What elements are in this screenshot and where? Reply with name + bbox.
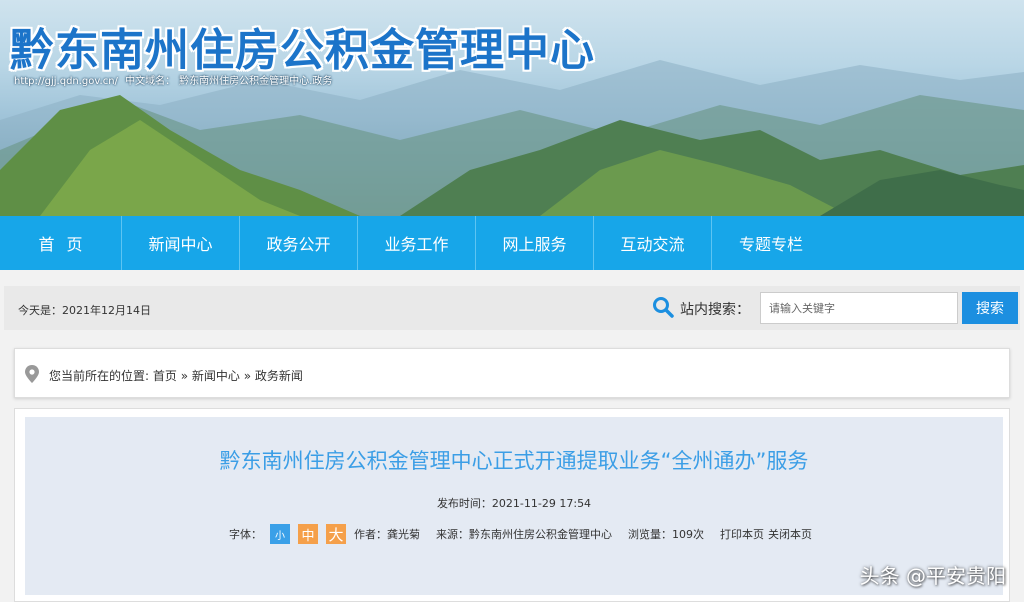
breadcrumb-text: 您当前所在的位置: 首页 » 新闻中心 » 政务新闻 bbox=[49, 367, 303, 384]
print-link[interactable]: 打印本页 bbox=[720, 526, 764, 542]
font-medium-button[interactable]: 中 bbox=[298, 524, 318, 544]
close-link[interactable]: 关闭本页 bbox=[768, 526, 812, 542]
article-title: 黔东南州住房公积金管理中心正式开通提取业务“全州通办”服务 bbox=[219, 449, 809, 473]
today-date: 今天是：2021年12月14日 bbox=[18, 304, 151, 317]
article-meta: 字体： 小 中 大 作者：龚光菊 来源：黔东南州住房公积金管理中心 浏览量：10… bbox=[229, 523, 812, 545]
nav-item-gov-affairs[interactable]: 政务公开 bbox=[240, 216, 358, 270]
breadcrumb-news[interactable]: 新闻中心 bbox=[192, 369, 240, 383]
main-nav: 首页 新闻中心 政务公开 业务工作 网上服务 互动交流 专题专栏 bbox=[0, 216, 1024, 270]
nav-item-interaction[interactable]: 互动交流 bbox=[594, 216, 712, 270]
nav-item-business[interactable]: 业务工作 bbox=[358, 216, 476, 270]
search-icon bbox=[653, 297, 674, 318]
article-header: 黔东南州住房公积金管理中心正式开通提取业务“全州通办”服务 发布时间：2021-… bbox=[25, 417, 1003, 595]
breadcrumb-gov-news[interactable]: 政务新闻 bbox=[255, 369, 303, 383]
site-url[interactable]: http://gjj.qdn.gov.cn/ bbox=[14, 76, 118, 87]
domain-value[interactable]: 黔东南州住房公积金管理中心.政务 bbox=[179, 76, 332, 87]
breadcrumb-separator: » bbox=[176, 369, 192, 383]
source: 来源：黔东南州住房公积金管理中心 bbox=[436, 528, 612, 541]
publish-time: 发布时间：2021-11-29 17:54 bbox=[436, 497, 592, 510]
search-button[interactable]: 搜索 bbox=[962, 292, 1018, 324]
author: 作者：龚光菊 bbox=[354, 528, 420, 541]
search-label: 站内搜索： bbox=[680, 302, 750, 318]
font-size-label: 字体： bbox=[229, 528, 262, 541]
site-banner: 黔东南州住房公积金管理中心 http://gjj.qdn.gov.cn/ 中文域… bbox=[0, 0, 1024, 216]
site-title: 黔东南州住房公积金管理中心 bbox=[10, 25, 595, 76]
nav-item-news[interactable]: 新闻中心 bbox=[122, 216, 240, 270]
search-bar: 今天是：2021年12月14日 站内搜索： 搜索 bbox=[4, 286, 1020, 330]
nav-item-special-topics[interactable]: 专题专栏 bbox=[712, 216, 830, 270]
view-count: 浏览量：109次 bbox=[628, 528, 704, 541]
breadcrumb-prefix: 您当前所在的位置: bbox=[49, 369, 153, 383]
font-small-button[interactable]: 小 bbox=[270, 524, 290, 544]
nav-item-home[interactable]: 首页 bbox=[0, 216, 122, 270]
search-input[interactable] bbox=[760, 292, 958, 324]
domain-label: 中文域名： bbox=[125, 76, 176, 87]
nav-item-online-service[interactable]: 网上服务 bbox=[476, 216, 594, 270]
site-url-line: http://gjj.qdn.gov.cn/ 中文域名： 黔东南州住房公积金管理中… bbox=[14, 72, 336, 87]
breadcrumb: 您当前所在的位置: 首页 » 新闻中心 » 政务新闻 bbox=[14, 348, 1010, 398]
location-pin-icon bbox=[25, 365, 39, 383]
breadcrumb-home[interactable]: 首页 bbox=[153, 369, 177, 383]
breadcrumb-separator: » bbox=[239, 369, 255, 383]
font-large-button[interactable]: 大 bbox=[326, 524, 346, 544]
watermark: 头条 @平安贵阳 bbox=[859, 564, 1006, 588]
